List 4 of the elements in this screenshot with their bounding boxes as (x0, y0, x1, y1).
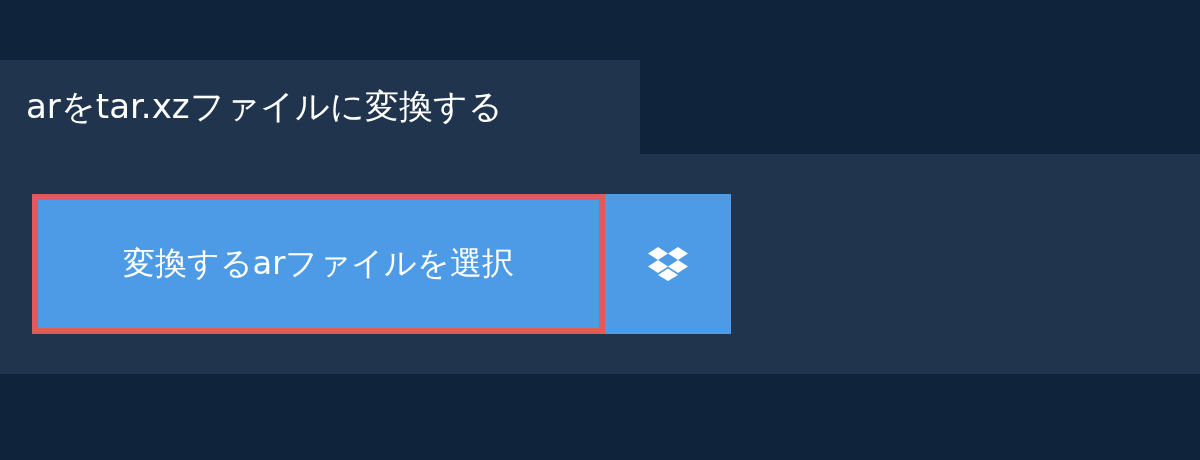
cloud-button[interactable] (605, 194, 731, 334)
tab-title: arをtar.xzファイルに変換する (26, 85, 503, 128)
diamonds-icon (648, 247, 688, 281)
page-tab[interactable]: arをtar.xzファイルに変換する (0, 60, 640, 154)
